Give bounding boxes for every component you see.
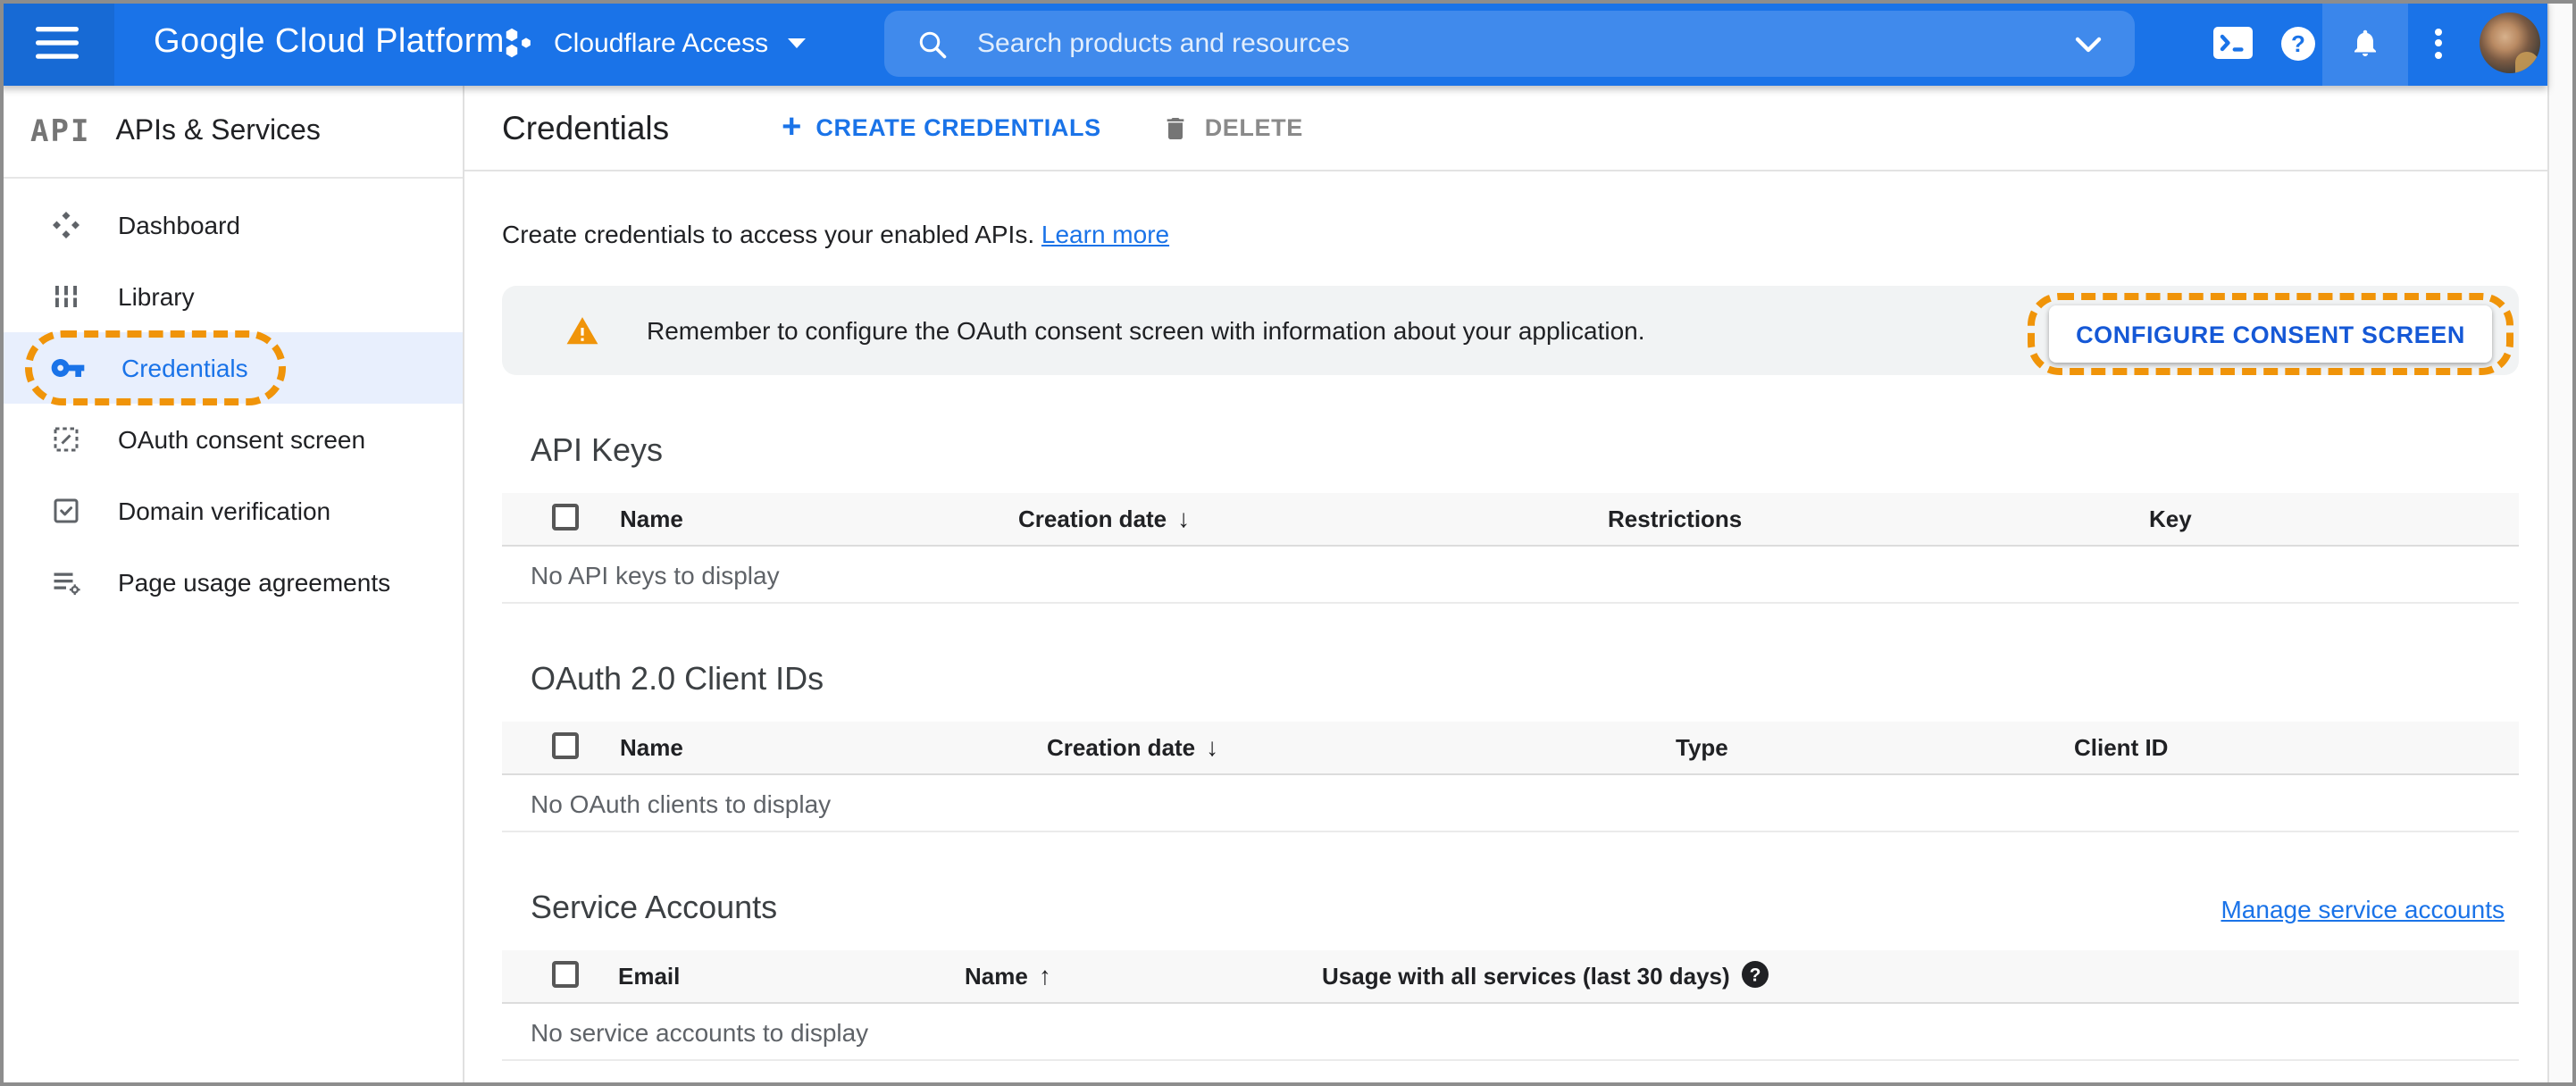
learn-more-link[interactable]: Learn more (1041, 220, 1169, 248)
project-selector[interactable]: Cloudflare Access (500, 0, 807, 86)
api-keys-table-header: Name Creation date ↓ Restrictions Key (502, 493, 2519, 547)
oauth-clients-table-header: Name Creation date ↓ Type Client ID (502, 722, 2519, 775)
cloud-shell-button[interactable] (2201, 0, 2265, 86)
create-credentials-button[interactable]: + CREATE CREDENTIALS (782, 111, 1101, 145)
consent-warning-banner: Remember to configure the OAuth consent … (502, 286, 2519, 375)
help-icon: ? (2280, 26, 2314, 60)
kebab-icon (2435, 23, 2442, 63)
select-all-checkbox[interactable] (552, 732, 579, 759)
sidebar-item-credentials[interactable]: Credentials (0, 330, 463, 405)
sidebar-item-label: Domain verification (118, 497, 331, 525)
select-all-checkbox[interactable] (552, 504, 579, 530)
page-title: Credentials (502, 108, 670, 146)
tutorial-highlight-ring: CONFIGURE CONSENT SCREEN (2028, 293, 2513, 375)
window-scrollbar-gutter[interactable] (2547, 0, 2576, 1086)
empty-state-text: No API keys to display (502, 547, 2519, 604)
sidebar: API APIs & Services Dashboard Library Cr… (0, 86, 464, 1086)
oauth-clients-section: OAuth 2.0 Client IDs Name Creation date ↓… (502, 657, 2519, 832)
sort-desc-icon: ↓ (1206, 732, 1219, 761)
search-input[interactable] (974, 27, 2074, 61)
column-header-creation-date[interactable]: Creation date ↓ (1047, 722, 1218, 773)
project-icon (506, 28, 531, 58)
consent-screen-icon (54, 427, 79, 452)
notifications-button[interactable] (2333, 0, 2397, 86)
hamburger-menu-button[interactable] (0, 0, 114, 86)
project-name: Cloudflare Access (554, 28, 769, 58)
plus-icon: + (782, 109, 802, 146)
page-toolbar: Credentials + CREATE CREDENTIALS DELETE (464, 86, 2547, 171)
account-avatar[interactable] (2480, 13, 2540, 73)
hamburger-icon (36, 27, 79, 59)
cloud-shell-icon (2213, 27, 2253, 59)
intro-text: Create credentials to access your enable… (502, 220, 1170, 248)
dashboard-icon (53, 212, 79, 238)
api-logo: API (30, 113, 91, 149)
delete-button[interactable]: DELETE (1162, 113, 1303, 142)
help-button[interactable]: ? (2265, 0, 2329, 86)
search-bar[interactable] (884, 11, 2135, 77)
library-icon (55, 286, 77, 307)
sidebar-title: APIs & Services (115, 115, 321, 146)
select-all-checkbox[interactable] (552, 961, 579, 988)
empty-state-text: No OAuth clients to display (502, 775, 2519, 832)
sidebar-item-oauth-consent-screen[interactable]: OAuth consent screen (0, 404, 463, 475)
column-header-name[interactable]: Name (620, 493, 683, 545)
service-accounts-section: Service Accounts Manage service accounts… (502, 886, 2519, 1061)
sidebar-item-label: Page usage agreements (118, 568, 391, 597)
column-header-email[interactable]: Email (618, 950, 680, 1002)
sidebar-item-page-usage-agreements[interactable]: Page usage agreements (0, 547, 463, 618)
list-gear-icon (54, 572, 80, 596)
svg-text:?: ? (2290, 29, 2304, 56)
configure-consent-screen-button[interactable]: CONFIGURE CONSENT SCREEN (2049, 305, 2492, 363)
svg-text:?: ? (1750, 965, 1761, 985)
main-content: Credentials + CREATE CREDENTIALS DELETE (464, 86, 2547, 1086)
section-title: OAuth 2.0 Client IDs (531, 661, 824, 697)
chevron-down-icon[interactable] (2074, 35, 2103, 53)
section-title: API Keys (531, 432, 664, 468)
sidebar-item-label: Credentials (121, 354, 248, 382)
sidebar-item-label: OAuth consent screen (118, 425, 366, 454)
top-app-bar: Google Cloud Platform Cloudflare Access (0, 0, 2547, 86)
banner-text: Remember to configure the OAuth consent … (647, 316, 1645, 345)
sort-asc-icon: ↑ (1038, 961, 1051, 990)
bell-icon (2354, 29, 2376, 56)
sidebar-item-dashboard[interactable]: Dashboard (0, 189, 463, 261)
domain-verification-icon (54, 498, 79, 523)
trash-icon (1167, 117, 1185, 138)
key-icon (51, 359, 85, 377)
more-options-button[interactable] (2406, 0, 2471, 86)
help-filled-icon[interactable]: ? (1742, 961, 1769, 988)
service-accounts-table-header: Email Name ↑ Usage with all services (las… (502, 950, 2519, 1004)
section-title: Service Accounts (531, 890, 778, 925)
column-header-creation-date[interactable]: Creation date ↓ (1018, 493, 1190, 545)
column-header-name[interactable]: Name ↑ (965, 950, 1051, 1002)
sidebar-item-label: Dashboard (118, 211, 240, 239)
column-header-usage[interactable]: Usage with all services (last 30 days) ? (1322, 950, 1769, 1002)
product-logo[interactable]: Google Cloud Platform (154, 0, 505, 86)
column-header-restrictions[interactable]: Restrictions (1608, 493, 1742, 545)
gcp-console-window: Google Cloud Platform Cloudflare Access (0, 0, 2576, 1086)
sidebar-item-library[interactable]: Library (0, 261, 463, 332)
column-header-client-id[interactable]: Client ID (2074, 722, 2168, 773)
column-header-type[interactable]: Type (1676, 722, 1728, 773)
column-header-key[interactable]: Key (2149, 493, 2192, 545)
api-keys-section: API Keys Name Creation date ↓ Restriction… (502, 429, 2519, 604)
project-caret-icon (788, 38, 807, 48)
sidebar-item-domain-verification[interactable]: Domain verification (0, 475, 463, 547)
empty-state-text: No service accounts to display (502, 1004, 2519, 1061)
sidebar-header: API APIs & Services (0, 86, 463, 179)
column-header-name[interactable]: Name (620, 722, 683, 773)
search-icon (919, 30, 947, 58)
sidebar-item-label: Library (118, 282, 195, 311)
sort-desc-icon: ↓ (1177, 504, 1191, 532)
warning-icon (566, 316, 598, 344)
manage-service-accounts-link[interactable]: Manage service accounts (2221, 895, 2505, 923)
